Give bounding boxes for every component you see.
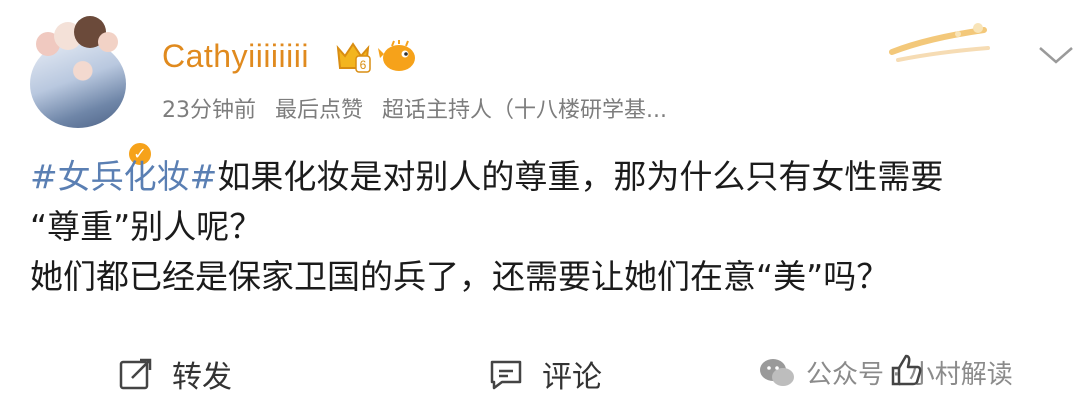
watermark: 公众号 · 小村解读 xyxy=(758,354,1013,391)
chevron-down-icon[interactable] xyxy=(1036,42,1076,68)
comment-icon xyxy=(490,360,522,390)
repost-button[interactable]: 转发 xyxy=(118,352,232,396)
post-meta: 23分钟前 最后点赞 超话主持人（十八楼研学基... xyxy=(162,92,802,124)
content-line-2: “尊重”别人呢？ xyxy=(30,207,263,246)
avatar-frame-decoration-icon xyxy=(36,16,118,56)
content-line-1: #女兵化妆#如果化妆是对别人的尊重，那为什么只有女性需要 xyxy=(30,152,1070,202)
like-status: 最后点赞 xyxy=(275,98,364,123)
content-line-1-text: 如果化妆是对别人的尊重，那为什么只有女性需要 xyxy=(217,157,944,196)
user-role[interactable]: 超话主持人（十八楼研学基... xyxy=(382,98,667,123)
like-thumb-icon[interactable] xyxy=(888,352,924,388)
hashtag-link[interactable]: #女兵化妆# xyxy=(30,157,217,196)
post-time: 23分钟前 xyxy=(162,98,256,123)
header-decoration xyxy=(889,23,990,62)
avatar[interactable]: ✓ xyxy=(30,16,154,168)
pufferfish-icon xyxy=(378,40,415,71)
level-badge-text: 6 xyxy=(360,58,367,72)
username[interactable]: Cathyiiiiiiii xyxy=(162,38,309,75)
post-content: #女兵化妆#如果化妆是对别人的尊重，那为什么只有女性需要 “尊重”别人呢？ 她们… xyxy=(30,152,1070,302)
repost-icon xyxy=(119,358,152,390)
wechat-icon xyxy=(760,358,794,386)
content-line-3: 她们都已经是保家卫国的兵了，还需要让她们在意“美”吗？ xyxy=(30,257,890,296)
repost-label: 转发 xyxy=(172,360,232,395)
comment-button[interactable]: 评论 xyxy=(488,352,602,396)
crown-level-icon: 6 xyxy=(336,42,371,73)
comment-label: 评论 xyxy=(542,360,602,395)
